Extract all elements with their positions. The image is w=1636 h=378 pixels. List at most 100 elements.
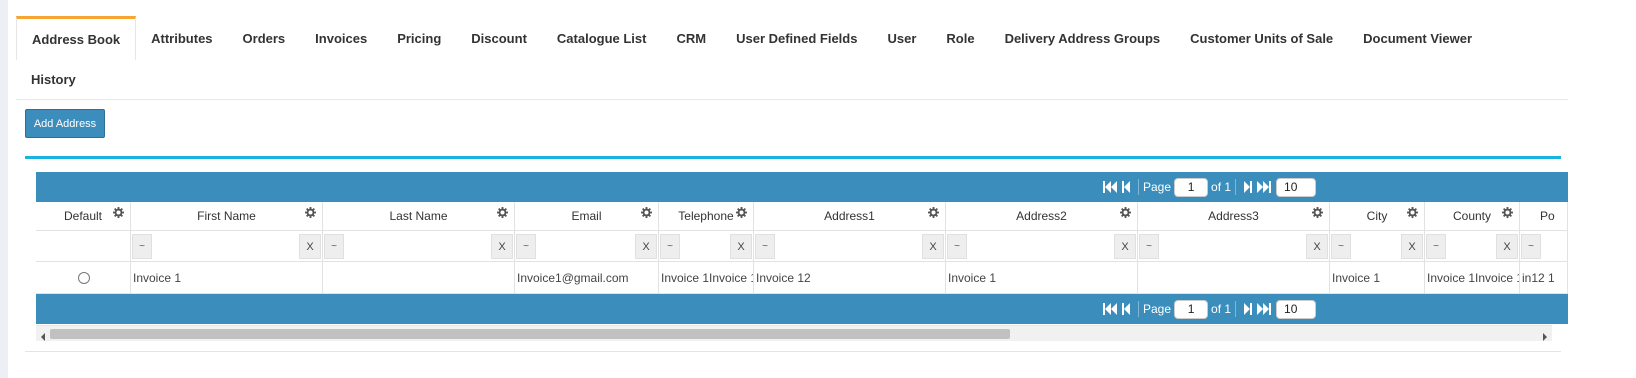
gear-icon[interactable] <box>1312 207 1323 218</box>
column-header-label: Address2 <box>1016 209 1067 223</box>
filter-clear-button[interactable]: X <box>491 234 513 259</box>
tab-role[interactable]: Role <box>931 16 989 60</box>
column-header-address3[interactable]: Address3 <box>1138 202 1330 231</box>
gear-icon[interactable] <box>1502 207 1513 218</box>
filter-operator-button[interactable]: ~ <box>755 234 775 259</box>
filter-clear-button[interactable]: X <box>635 234 657 259</box>
grid-header-row: Default First Name Last Name Email Telephone… <box>36 202 1568 231</box>
tab-customer-units-of-sale[interactable]: Customer Units of Sale <box>1175 16 1348 60</box>
gear-icon[interactable] <box>641 207 652 218</box>
gear-icon[interactable] <box>928 207 939 218</box>
gear-icon[interactable] <box>113 207 124 218</box>
next-page-icon[interactable] <box>1240 301 1256 317</box>
column-header-label: Po <box>1540 209 1555 223</box>
filter-input-city[interactable] <box>1352 234 1401 259</box>
horizontal-scrollbar[interactable] <box>36 325 1552 341</box>
filter-input-po[interactable] <box>1542 234 1544 259</box>
page-number-input[interactable] <box>1174 299 1209 319</box>
tab-address-book[interactable]: Address Book <box>16 16 137 60</box>
column-header-label: First Name <box>197 209 256 223</box>
default-radio[interactable] <box>78 271 90 284</box>
column-header-email[interactable]: Email <box>515 202 659 231</box>
tab-row-secondary: History <box>16 60 1568 100</box>
column-header-telephone[interactable]: Telephone <box>659 202 754 231</box>
tab-crm[interactable]: CRM <box>661 16 721 60</box>
gear-icon[interactable] <box>736 207 747 218</box>
last-page-icon[interactable] <box>1256 301 1272 317</box>
tab-discount[interactable]: Discount <box>456 16 542 60</box>
filter-clear-button[interactable]: X <box>299 234 321 259</box>
tab-delivery-address-groups[interactable]: Delivery Address Groups <box>990 16 1176 60</box>
pager-separator <box>1138 301 1139 317</box>
column-header-address2[interactable]: Address2 <box>946 202 1138 231</box>
table-row[interactable]: Invoice 1 Invoice1@gmail.com Invoice 1Invo… <box>36 262 1568 294</box>
filter-operator-button[interactable]: ~ <box>1139 234 1159 259</box>
add-address-button[interactable]: Add Address <box>25 109 105 138</box>
tab-orders[interactable]: Orders <box>228 16 301 60</box>
column-header-default[interactable]: Default <box>36 202 131 231</box>
prev-page-icon[interactable] <box>1118 179 1134 195</box>
tab-bar: Address Book Attributes Orders Invoices Pric… <box>16 16 1568 100</box>
last-page-icon[interactable] <box>1256 179 1272 195</box>
filter-input-telephone[interactable] <box>681 234 730 259</box>
filter-clear-button[interactable]: X <box>1401 234 1423 259</box>
tab-attributes[interactable]: Attributes <box>136 16 227 60</box>
filter-input-address2[interactable] <box>968 234 1114 259</box>
filter-clear-button[interactable]: X <box>730 234 752 259</box>
filter-operator-button[interactable]: ~ <box>1521 234 1541 259</box>
right-edge-strip <box>1568 0 1636 378</box>
filter-operator-button[interactable]: ~ <box>947 234 967 259</box>
filter-input-address3[interactable] <box>1160 234 1306 259</box>
filter-input-last-name[interactable] <box>345 234 491 259</box>
tab-catalogue-list[interactable]: Catalogue List <box>542 16 662 60</box>
pager-separator <box>1235 179 1237 195</box>
prev-page-icon[interactable] <box>1118 301 1134 317</box>
filter-operator-button[interactable]: ~ <box>660 234 680 259</box>
scrollbar-thumb[interactable] <box>50 329 1010 339</box>
gear-icon[interactable] <box>305 207 316 218</box>
pager-separator <box>1138 179 1139 195</box>
filter-clear-button[interactable]: X <box>922 234 944 259</box>
tab-pricing[interactable]: Pricing <box>382 16 456 60</box>
tab-history[interactable]: History <box>16 72 91 87</box>
tab-invoices[interactable]: Invoices <box>300 16 382 60</box>
grid-filter-row: ~ X ~ X ~ X ~ X ~ X ~ X ~ X ~ X ~ X ~ <box>36 231 1568 262</box>
filter-input-address1[interactable] <box>776 234 922 259</box>
filter-cell-address2: ~ X <box>946 231 1138 262</box>
scroll-left-icon[interactable] <box>38 329 48 341</box>
filter-clear-button[interactable]: X <box>1114 234 1136 259</box>
pager-separator <box>1235 301 1237 317</box>
filter-input-email[interactable] <box>537 234 635 259</box>
column-header-city[interactable]: City <box>1330 202 1425 231</box>
tab-row-primary: Address Book Attributes Orders Invoices Pric… <box>16 16 1568 60</box>
column-header-po[interactable]: Po <box>1520 202 1568 231</box>
filter-operator-button[interactable]: ~ <box>324 234 344 259</box>
filter-operator-button[interactable]: ~ <box>1426 234 1446 259</box>
filter-operator-button[interactable]: ~ <box>516 234 536 259</box>
filter-clear-button[interactable]: X <box>1306 234 1328 259</box>
next-page-icon[interactable] <box>1240 179 1256 195</box>
gear-icon[interactable] <box>1120 207 1131 218</box>
filter-clear-button[interactable]: X <box>1496 234 1518 259</box>
tab-document-viewer[interactable]: Document Viewer <box>1348 16 1487 60</box>
column-header-county[interactable]: County <box>1425 202 1520 231</box>
column-header-address1[interactable]: Address1 <box>754 202 946 231</box>
filter-cell-default <box>36 231 131 262</box>
filter-input-first-name[interactable] <box>153 234 299 259</box>
page-size-input[interactable] <box>1276 299 1317 319</box>
page-size-input[interactable] <box>1276 177 1317 197</box>
filter-operator-button[interactable]: ~ <box>132 234 152 259</box>
first-page-icon[interactable] <box>1102 179 1118 195</box>
scroll-right-icon[interactable] <box>1540 329 1550 341</box>
page-number-input[interactable] <box>1174 177 1209 197</box>
tab-user-defined-fields[interactable]: User Defined Fields <box>721 16 872 60</box>
cell-address1: Invoice 12 <box>754 262 946 294</box>
filter-input-county[interactable] <box>1447 234 1496 259</box>
filter-operator-button[interactable]: ~ <box>1331 234 1351 259</box>
gear-icon[interactable] <box>497 207 508 218</box>
tab-user[interactable]: User <box>872 16 931 60</box>
column-header-first-name[interactable]: First Name <box>131 202 323 231</box>
column-header-last-name[interactable]: Last Name <box>323 202 515 231</box>
first-page-icon[interactable] <box>1102 301 1118 317</box>
gear-icon[interactable] <box>1407 207 1418 218</box>
